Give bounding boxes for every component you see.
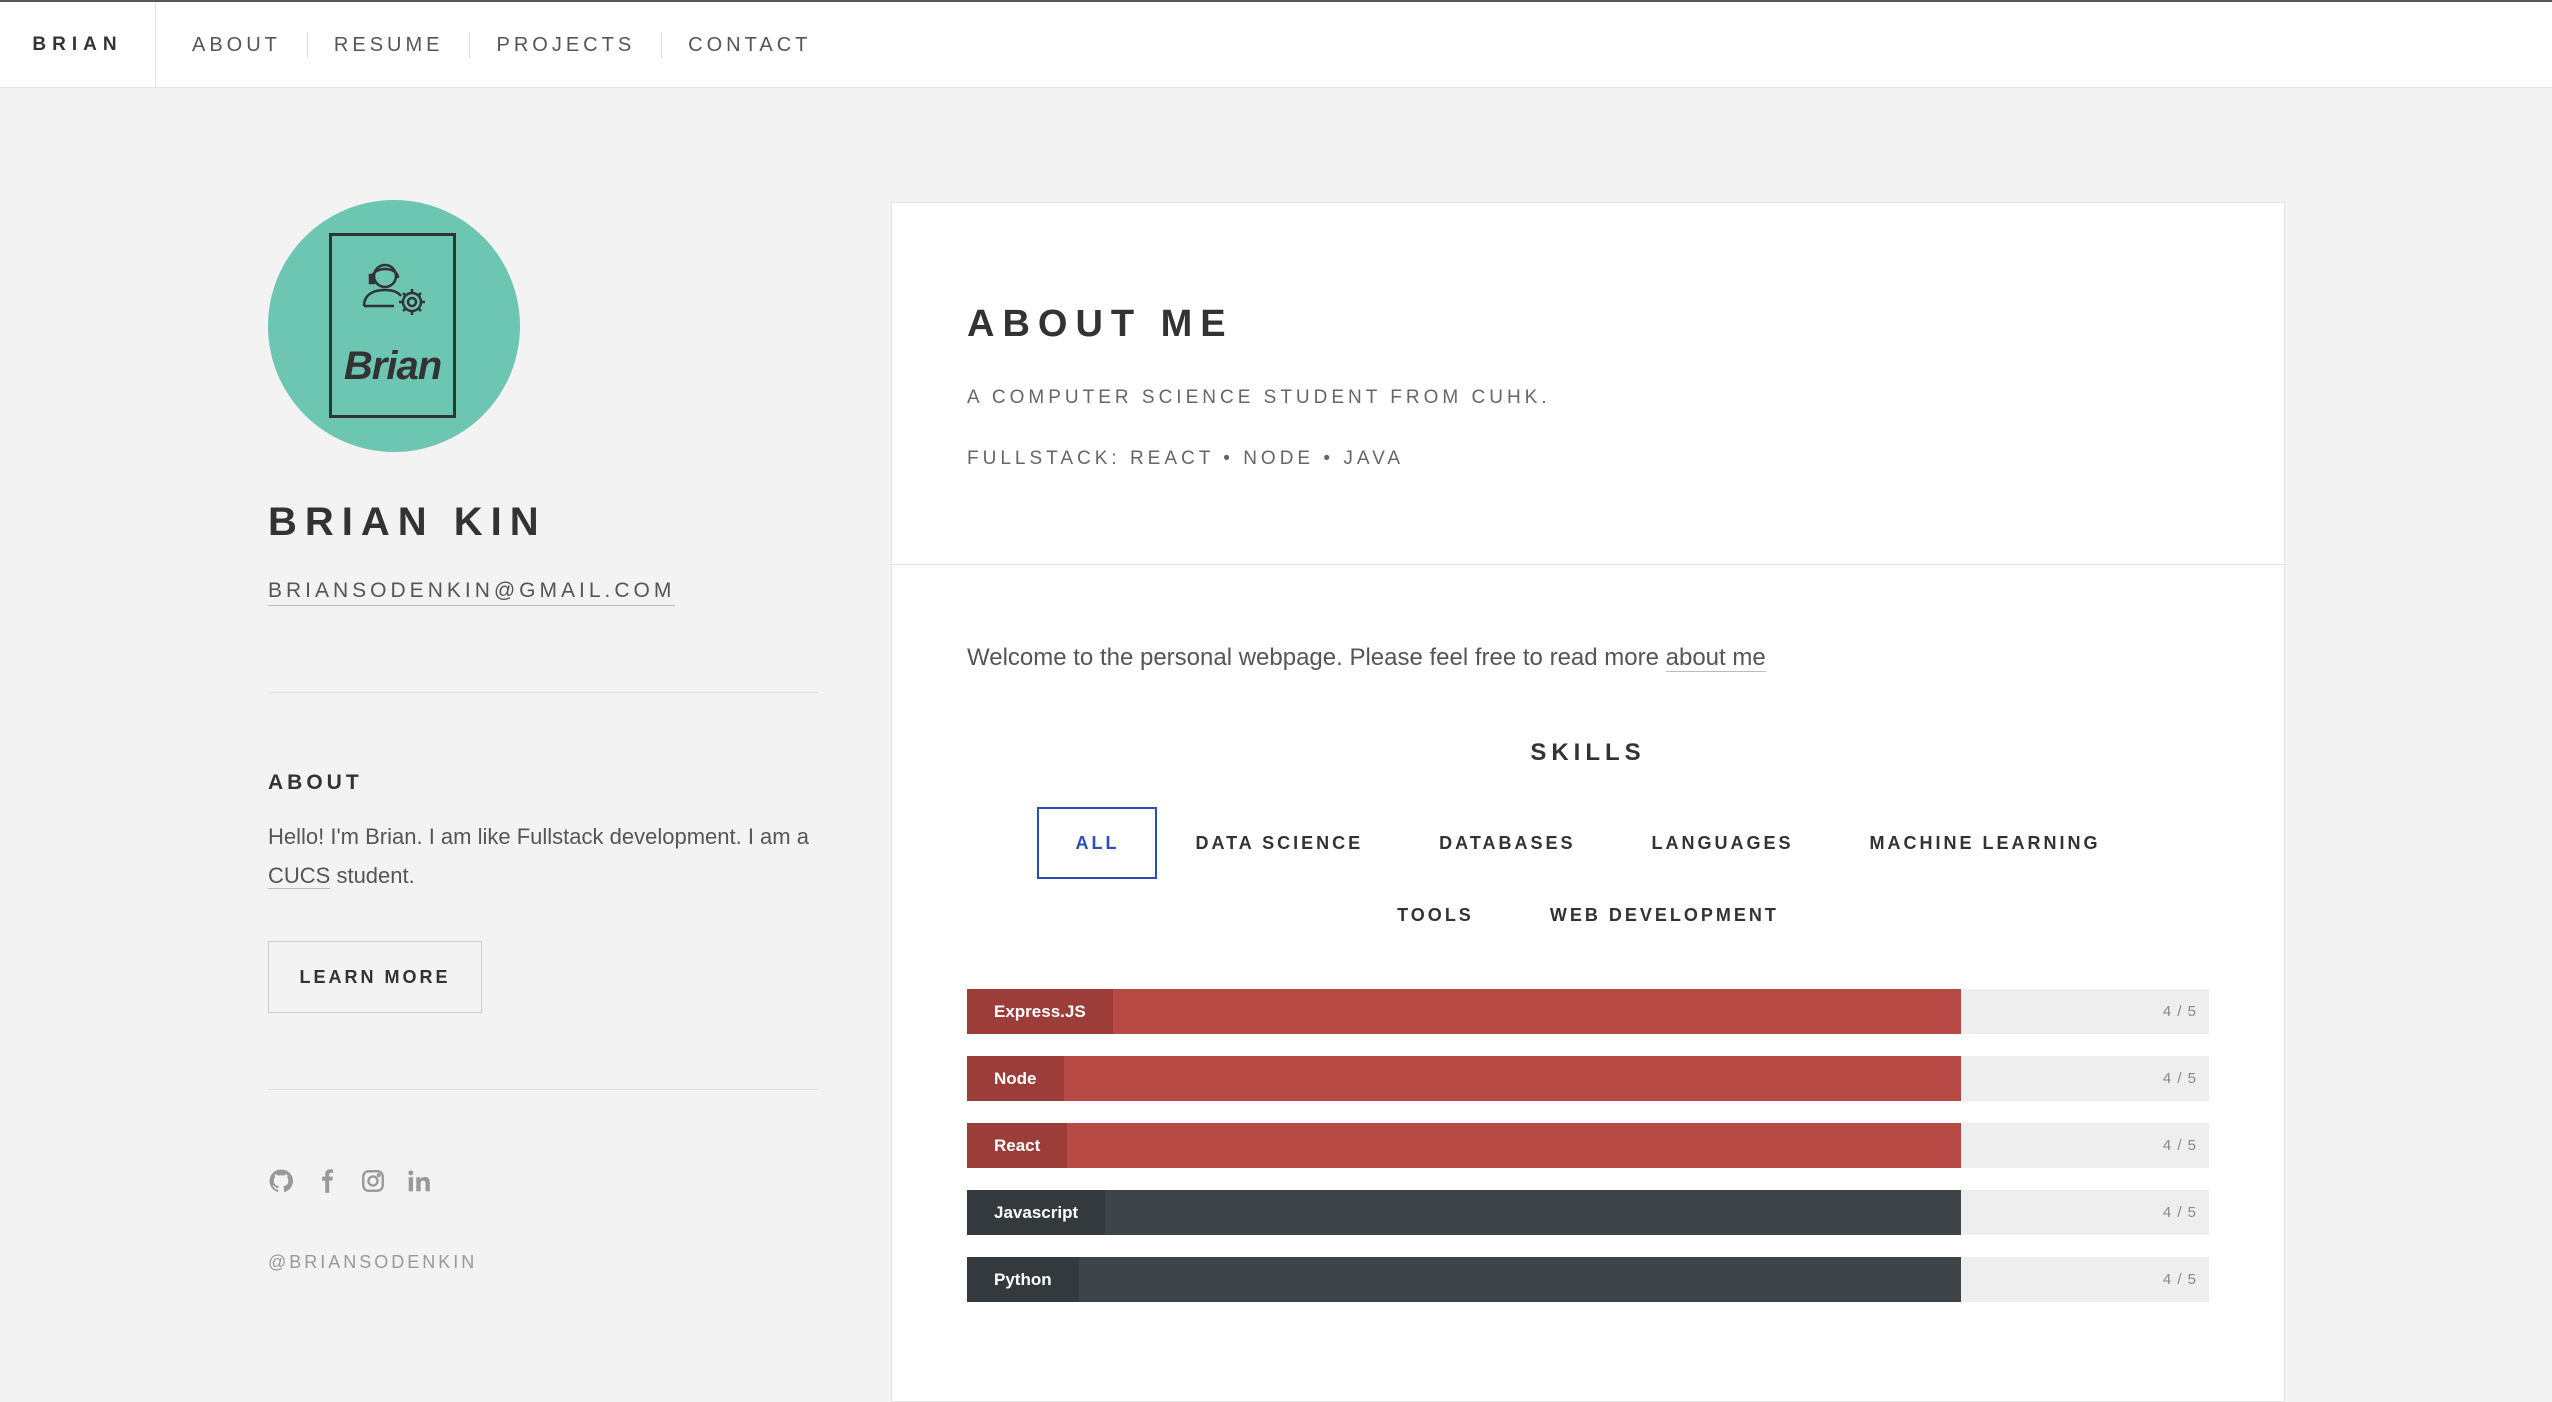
- cucs-link[interactable]: CUCS: [268, 863, 331, 889]
- top-nav: BRIAN ABOUT RESUME PROJECTS CONTACT: [0, 0, 2552, 88]
- divider: [268, 692, 818, 693]
- nav-link-projects[interactable]: PROJECTS: [470, 33, 661, 57]
- skill-name: Node: [967, 1056, 1064, 1101]
- email-link[interactable]: BRIANSODENKIN@GMAIL.COM: [268, 579, 676, 606]
- tab-all[interactable]: ALL: [1037, 807, 1158, 879]
- page-title: ABOUT ME: [967, 303, 1234, 345]
- social-handle[interactable]: @BRIANSODENKIN: [268, 1252, 818, 1273]
- about-text-part: Hello! I'm Brian. I am like Fullstack de…: [268, 824, 809, 849]
- profile-name: BRIAN KIN: [268, 500, 547, 544]
- nav-link-contact[interactable]: CONTACT: [662, 33, 837, 57]
- nav-link-resume[interactable]: RESUME: [308, 33, 470, 57]
- tab-data-science[interactable]: DATA SCIENCE: [1157, 807, 1401, 879]
- social-links: [268, 1168, 818, 1194]
- support-person-gear-icon: [362, 263, 425, 315]
- learn-more-button[interactable]: LEARN MORE: [268, 941, 482, 1013]
- skill-bar-fill: [967, 1190, 1961, 1235]
- subtitle-stack: FULLSTACK: REACT • NODE • JAVA: [967, 448, 1405, 469]
- skill-name: Express.JS: [967, 989, 1113, 1034]
- skill-bar-fill: [967, 1056, 1961, 1101]
- skill-score: 4 / 5: [2162, 1271, 2197, 1288]
- divider: [268, 1089, 818, 1090]
- about-card: ABOUT ME A COMPUTER SCIENCE STUDENT FROM…: [891, 202, 2285, 1402]
- about-text: Hello! I'm Brian. I am like Fullstack de…: [268, 817, 818, 895]
- nav-links: ABOUT RESUME PROJECTS CONTACT: [166, 2, 837, 88]
- skill-name: Javascript: [967, 1190, 1106, 1235]
- tab-tools[interactable]: TOOLS: [1359, 879, 1512, 951]
- instagram-icon[interactable]: [360, 1168, 386, 1194]
- about-text-part: student.: [330, 863, 415, 888]
- skills-filter-tabs: ALL DATA SCIENCE DATABASES LANGUAGES MAC…: [967, 807, 2209, 951]
- tab-databases[interactable]: DATABASES: [1401, 807, 1613, 879]
- skill-score: 4 / 5: [2162, 1003, 2197, 1020]
- skill-bar-fill: [967, 989, 1961, 1034]
- skill-name: Python: [967, 1257, 1079, 1302]
- welcome-text-body: Welcome to the personal webpage. Please …: [967, 644, 1666, 671]
- tab-machine-learning[interactable]: MACHINE LEARNING: [1832, 807, 2139, 879]
- skill-bar: Express.JS 4 / 5: [967, 989, 2209, 1034]
- skill-score: 4 / 5: [2162, 1070, 2197, 1087]
- skill-bars: Express.JS 4 / 5 Node 4 / 5 React 4 / 5 Javasc…: [967, 989, 2209, 1324]
- nav-link-about[interactable]: ABOUT: [166, 33, 307, 57]
- subtitle-education: A COMPUTER SCIENCE STUDENT FROM CUHK.: [967, 387, 1551, 408]
- profile-sidebar: Brian BRIAN KIN BRIANSODENKIN@GMAIL.COM …: [268, 200, 818, 1273]
- skills-heading: SKILLS: [1530, 739, 1646, 766]
- skill-bar: Javascript 4 / 5: [967, 1190, 2209, 1235]
- brand-logo[interactable]: BRIAN: [0, 2, 156, 88]
- avatar-badge: Brian: [329, 233, 456, 418]
- skill-bar-fill: [967, 1123, 1961, 1168]
- skill-bar: Python 4 / 5: [967, 1257, 2209, 1302]
- about-me-link[interactable]: about me: [1665, 644, 1766, 672]
- avatar-logo-text: Brian: [343, 344, 442, 388]
- about-heading: ABOUT: [268, 771, 363, 794]
- github-icon[interactable]: [268, 1168, 294, 1194]
- avatar: Brian: [268, 200, 520, 452]
- about-card-header: ABOUT ME A COMPUTER SCIENCE STUDENT FROM…: [892, 203, 2284, 565]
- tab-languages[interactable]: LANGUAGES: [1614, 807, 1832, 879]
- skill-name: React: [967, 1123, 1068, 1168]
- skill-score: 4 / 5: [2162, 1137, 2197, 1154]
- skill-bar: React 4 / 5: [967, 1123, 2209, 1168]
- linkedin-icon[interactable]: [406, 1168, 432, 1194]
- skill-score: 4 / 5: [2162, 1204, 2197, 1221]
- skill-bar: Node 4 / 5: [967, 1056, 2209, 1101]
- tab-web-development[interactable]: WEB DEVELOPMENT: [1512, 879, 1817, 951]
- skill-bar-fill: [967, 1257, 1961, 1302]
- welcome-text: Welcome to the personal webpage. Please …: [967, 644, 1766, 672]
- facebook-icon[interactable]: [314, 1168, 340, 1194]
